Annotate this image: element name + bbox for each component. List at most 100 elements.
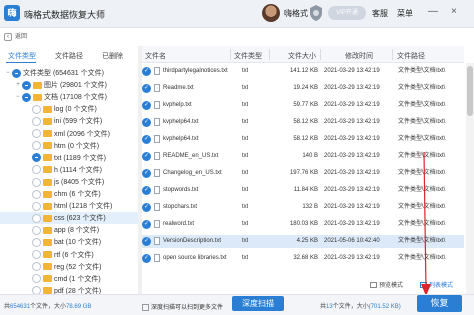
column-divider[interactable]: [320, 49, 321, 60]
tree-item[interactable]: app (8 个文件): [24, 225, 99, 237]
tree-item[interactable]: htm (0 个文件): [24, 141, 99, 153]
back-button[interactable]: ‹ 返回: [4, 31, 27, 43]
deep-scan-button[interactable]: 深度扫描: [232, 296, 284, 311]
service-button[interactable]: 客服: [372, 8, 388, 19]
expand-toggle-icon[interactable]: −: [4, 69, 12, 77]
tree-item[interactable]: ini (599 个文件): [24, 116, 102, 128]
column-header-time[interactable]: 修改时间: [345, 51, 373, 61]
txt-file-icon: [154, 237, 160, 245]
table-row[interactable]: ✓ kvphelp64.txt txt 58.12 KB 2021-03-29 …: [142, 133, 464, 146]
avatar[interactable]: [262, 4, 280, 22]
tree-item[interactable]: pdf (28 个文件): [24, 286, 101, 294]
row-checkbox[interactable]: ✓: [142, 135, 151, 144]
tree-checkbox[interactable]: [32, 189, 41, 199]
column-header-name[interactable]: 文件名: [145, 51, 166, 61]
tree-item[interactable]: bat (10 个文件): [24, 237, 101, 249]
table-row[interactable]: ✓ kvphelp64.txt txt 58.12 KB 2021-03-29 …: [142, 116, 464, 129]
tree-checkbox[interactable]: [22, 80, 31, 90]
folder-icon: [43, 275, 52, 283]
table-row[interactable]: ✓ kvphelp.txt txt 59.77 KB 2021-03-29 13…: [142, 99, 464, 112]
modified-time: 2021-03-29 13:42:19: [324, 153, 380, 159]
row-checkbox[interactable]: ✓: [142, 67, 151, 76]
tree-item[interactable]: log (0 个文件): [24, 104, 97, 116]
row-checkbox[interactable]: ✓: [142, 152, 151, 161]
tree-item[interactable]: xml (2096 个文件): [24, 129, 110, 141]
tree-item[interactable]: h (1114 个文件): [24, 165, 102, 177]
back-label: 返回: [15, 34, 28, 40]
tree-checkbox[interactable]: [32, 153, 41, 163]
txt-file-icon: [154, 152, 160, 160]
column-divider[interactable]: [230, 49, 231, 60]
row-checkbox[interactable]: ✓: [142, 118, 151, 127]
table-scrollbar-thumb[interactable]: [467, 66, 473, 116]
row-checkbox[interactable]: ✓: [142, 84, 151, 93]
tree-checkbox[interactable]: [32, 129, 41, 139]
modified-time: 2021-03-29 13:42:19: [324, 187, 380, 193]
tree-item-label: log (0 个文件): [54, 106, 97, 114]
tree-checkbox[interactable]: [32, 117, 41, 127]
file-size: 58.12 KB: [293, 136, 318, 142]
preview-mode-toggle[interactable]: 预览模式: [370, 280, 403, 289]
tree-checkbox[interactable]: [32, 274, 41, 284]
table-row[interactable]: ✓ thirdpartylegalnotices.txt txt 141.12 …: [142, 65, 464, 78]
minimize-icon[interactable]: —: [428, 7, 438, 17]
table-row[interactable]: ✓ Readme.txt txt 19.24 KB 2021-03-29 13:…: [142, 82, 464, 95]
folder-icon: [43, 142, 52, 150]
column-divider[interactable]: [269, 49, 270, 60]
column-header-type[interactable]: 文件类型: [234, 51, 262, 61]
expand-toggle-icon[interactable]: −: [14, 93, 22, 101]
file-name: VersionDescription.txt: [163, 238, 222, 244]
tree-checkbox[interactable]: [32, 201, 41, 211]
tree-checkbox[interactable]: [32, 104, 41, 114]
menu-button[interactable]: 菜单: [397, 8, 413, 19]
txt-file-icon: [154, 254, 160, 262]
tree-item[interactable]: − 文件类型 (654631 个文件): [4, 68, 104, 80]
folder-icon: [43, 130, 52, 138]
row-checkbox[interactable]: ✓: [142, 220, 151, 229]
tree-checkbox[interactable]: [32, 177, 41, 187]
tree-item[interactable]: txt (1189 个文件): [24, 153, 106, 165]
column-header-size[interactable]: 文件大小: [288, 51, 316, 61]
tree-item[interactable]: js (8405 个文件): [24, 177, 104, 189]
row-checkbox[interactable]: ✓: [142, 203, 151, 212]
tree-checkbox[interactable]: [32, 165, 41, 175]
file-size: 180.03 KB: [289, 221, 318, 227]
tree-checkbox[interactable]: [12, 68, 21, 78]
tab-file-type[interactable]: 文件类型: [8, 51, 36, 61]
tab-deleted[interactable]: 已删除: [102, 51, 123, 61]
tree-item[interactable]: cmd (1 个文件): [24, 274, 101, 286]
tree-checkbox[interactable]: [32, 238, 41, 248]
tree-checkbox[interactable]: [32, 250, 41, 260]
tree-checkbox[interactable]: [32, 225, 41, 235]
row-checkbox[interactable]: ✓: [142, 169, 151, 178]
tree-item[interactable]: reg (52 个文件): [24, 262, 101, 274]
tab-file-path[interactable]: 文件路径: [55, 51, 83, 61]
tree-checkbox[interactable]: [22, 92, 31, 102]
user-name[interactable]: 嗨格式: [284, 8, 308, 19]
vip-open-badge[interactable]: VIP开通: [328, 6, 366, 20]
tree-item[interactable]: rtf (6 个文件): [24, 250, 94, 262]
column-header-path[interactable]: 文件路径: [397, 51, 425, 61]
tree-item[interactable]: chm (6 个文件): [24, 189, 101, 201]
tree-item[interactable]: html (1218 个文件): [24, 201, 112, 213]
tree-checkbox[interactable]: [32, 213, 41, 223]
row-checkbox[interactable]: ✓: [142, 237, 151, 246]
tree-item[interactable]: css (623 个文件): [24, 213, 106, 225]
hint-checkbox-icon[interactable]: [142, 303, 149, 311]
tree-checkbox[interactable]: [32, 286, 41, 294]
recover-button[interactable]: 恢复: [417, 295, 462, 312]
tree-item[interactable]: + 图片 (29801 个文件): [14, 80, 107, 92]
close-icon[interactable]: ×: [451, 7, 457, 17]
row-checkbox[interactable]: ✓: [142, 254, 151, 263]
tree-item[interactable]: − 文档 (17108 个文件): [14, 92, 107, 104]
folder-icon: [43, 263, 52, 271]
tree-checkbox[interactable]: [32, 262, 41, 272]
row-checkbox[interactable]: ✓: [142, 101, 151, 110]
modified-time: 2021-03-29 13:42:19: [324, 119, 380, 125]
row-checkbox[interactable]: ✓: [142, 186, 151, 195]
column-divider[interactable]: [392, 49, 393, 60]
tree-checkbox[interactable]: [32, 141, 41, 151]
expand-toggle-icon[interactable]: +: [14, 81, 22, 89]
